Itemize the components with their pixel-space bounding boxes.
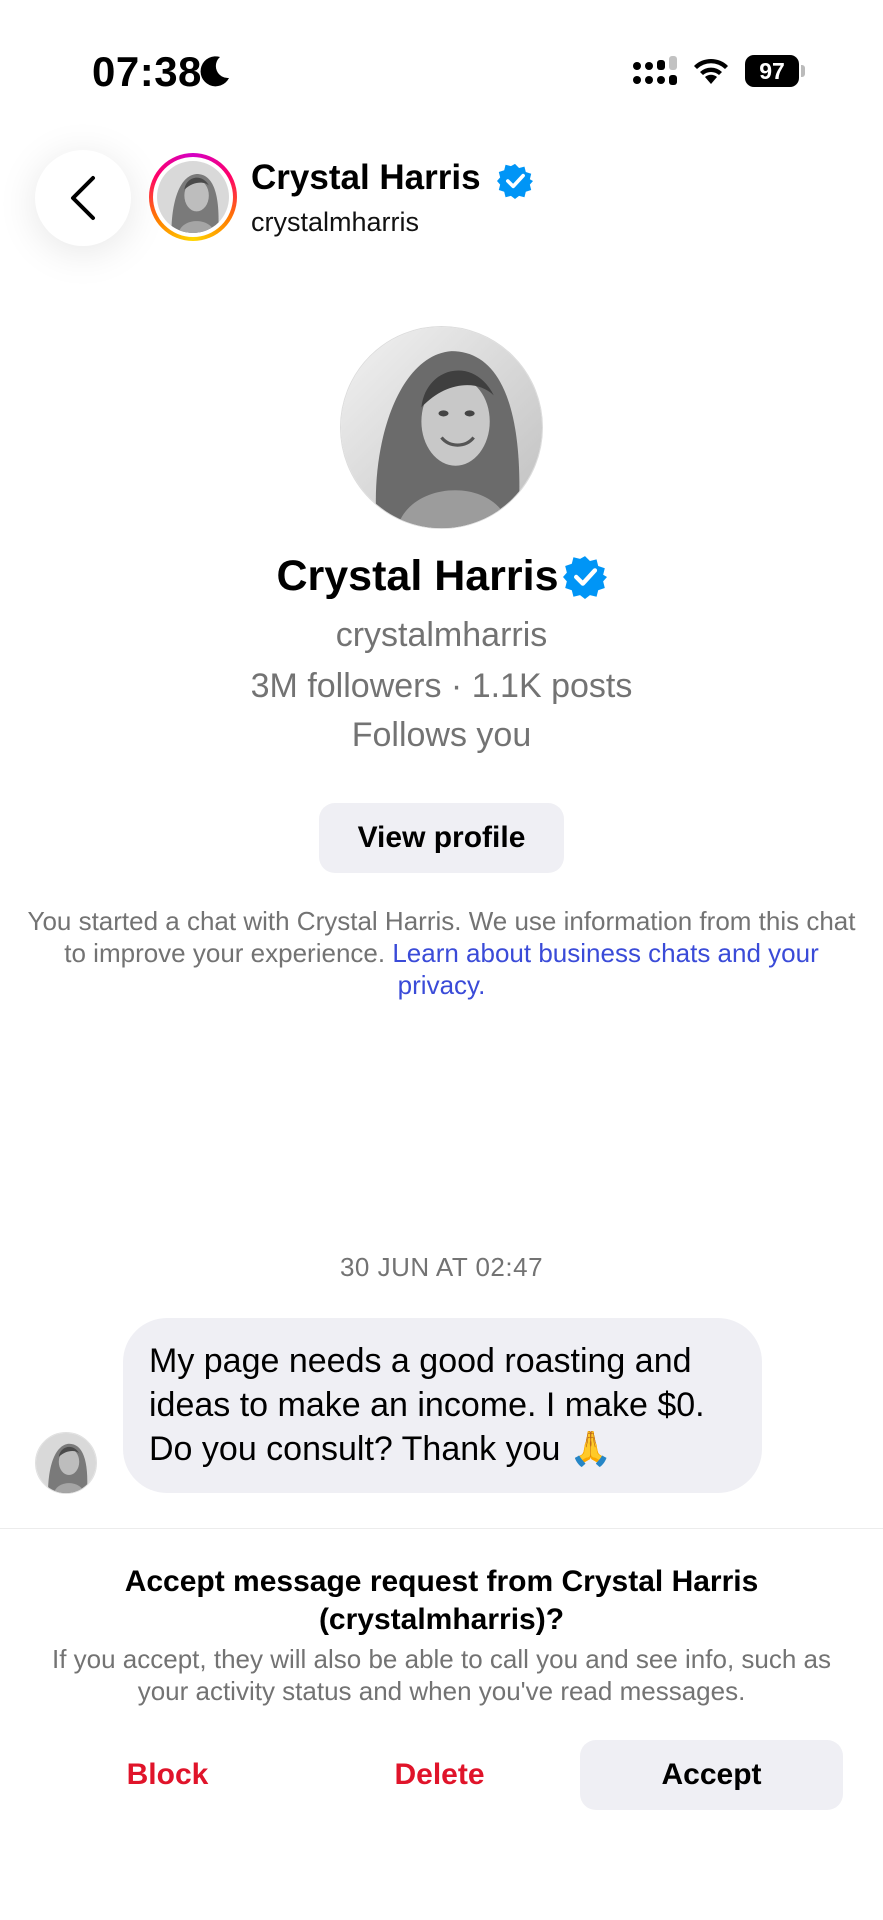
message-timestamp: 30 JUN AT 02:47 bbox=[339, 1252, 544, 1282]
profile-avatar[interactable] bbox=[340, 326, 543, 529]
chevron-left-icon bbox=[71, 176, 95, 220]
status-time: 07:38 bbox=[92, 48, 202, 95]
request-title: Accept message request from Crystal Harr… bbox=[124, 1565, 759, 1636]
view-profile-button[interactable]: View profile bbox=[319, 803, 564, 873]
avatar-photo bbox=[157, 161, 229, 233]
sender-photo bbox=[36, 1433, 96, 1493]
header-avatar[interactable] bbox=[149, 153, 237, 241]
business-chat-disclaimer: You started a chat with Crystal Harris. … bbox=[18, 905, 865, 1001]
header-name[interactable]: Crystal Harris bbox=[251, 158, 481, 198]
privacy-link[interactable]: Learn about business chats and your priv… bbox=[392, 938, 818, 1000]
verified-badge-icon bbox=[497, 163, 533, 199]
status-bar: 07:38 97 bbox=[0, 0, 883, 140]
profile-photo bbox=[341, 327, 542, 528]
sender-avatar[interactable] bbox=[35, 1432, 97, 1494]
profile-name-row: Crystal Harris bbox=[0, 552, 883, 601]
moon-icon bbox=[200, 56, 229, 87]
divider bbox=[0, 1528, 883, 1529]
profile-name: Crystal Harris bbox=[276, 552, 559, 600]
profile-stats: 3M followers · 1.1K posts bbox=[250, 667, 633, 705]
delete-button[interactable]: Delete bbox=[332, 1740, 547, 1810]
profile-username: crystalmharris bbox=[335, 616, 548, 654]
request-description: If you accept, they will also be able to… bbox=[51, 1644, 831, 1706]
back-button[interactable] bbox=[35, 150, 131, 246]
verified-badge-icon bbox=[562, 555, 607, 599]
cellular-signal-icon bbox=[633, 56, 677, 85]
block-button[interactable]: Block bbox=[60, 1740, 275, 1810]
header-username[interactable]: crystalmharris bbox=[251, 207, 419, 238]
battery-level: 97 bbox=[745, 55, 799, 87]
message-bubble[interactable]: My page needs a good roasting and ideas … bbox=[123, 1318, 762, 1493]
follow-status: Follows you bbox=[351, 716, 532, 754]
battery-icon: 97 bbox=[745, 55, 805, 87]
accept-button[interactable]: Accept bbox=[580, 1740, 843, 1810]
wifi-icon bbox=[694, 58, 728, 84]
